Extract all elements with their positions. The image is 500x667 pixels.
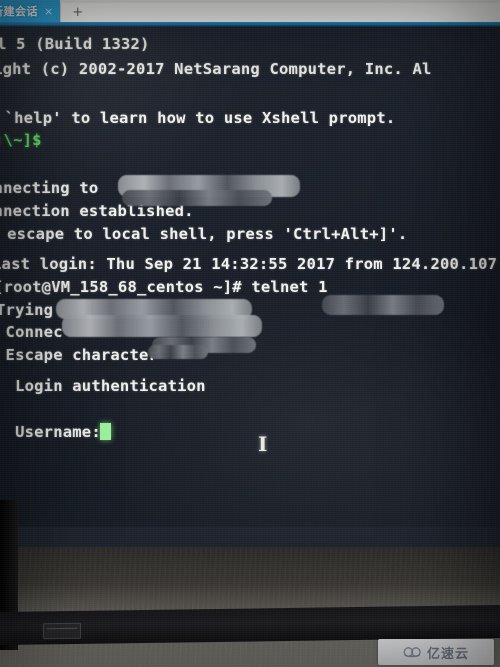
tab-label: 新建会话: [0, 5, 38, 18]
terminal-line: [root@VM_158_68_centos ~]# telnet 1: [0, 278, 328, 296]
tab-strip-empty: [94, 3, 500, 22]
laptop-screen-photo: 新建会话 × + ell 5 (Build 1332) yright (c) 2…: [0, 0, 500, 667]
tab-strip: 新建会话 × +: [0, 0, 500, 22]
redaction-block: [322, 295, 444, 315]
terminal-output[interactable]: ell 5 (Build 1332) yright (c) 2002-2017 …: [0, 27, 500, 527]
terminal-prompt-line: :\~]$: [0, 131, 42, 149]
cloud-icon: [403, 646, 423, 658]
terminal-line: o escape to local shell, press 'Ctrl+Alt…: [0, 225, 408, 243]
mouse-ibeam-cursor: I: [258, 432, 268, 456]
redaction-block: [62, 315, 262, 337]
new-tab-button[interactable]: +: [59, 3, 95, 22]
terminal-line: Trying: [0, 301, 54, 319]
close-icon[interactable]: ×: [44, 5, 54, 18]
watermark: 亿速云: [378, 639, 494, 665]
terminal-line: Last login: Thu Sep 21 14:32:55 2017 fro…: [0, 255, 498, 273]
screen-area: 新建会话 × + ell 5 (Build 1332) yright (c) 2…: [0, 0, 500, 617]
terminal-username-label: Username:: [0, 423, 101, 441]
terminal-login-header: Login authentication: [0, 377, 206, 395]
terminal-line: ell 5 (Build 1332): [0, 35, 150, 53]
terminal-line: yright (c) 2002-2017 NetSarang Computer,…: [0, 60, 432, 78]
terminal-line: Connec: [0, 323, 63, 341]
redaction-block: [122, 190, 272, 206]
tab-new-session[interactable]: 新建会话 ×: [0, 0, 60, 22]
terminal-line: Escape character: [0, 346, 159, 364]
terminal-cursor: [100, 423, 111, 440]
terminal-line: onnecting to: [0, 179, 99, 197]
laptop-sticker: [43, 622, 81, 640]
watermark-text: 亿速云: [426, 646, 469, 662]
redaction-block: [148, 345, 208, 359]
terminal-line: pe `help' to learn how to use Xshell pro…: [0, 109, 396, 127]
